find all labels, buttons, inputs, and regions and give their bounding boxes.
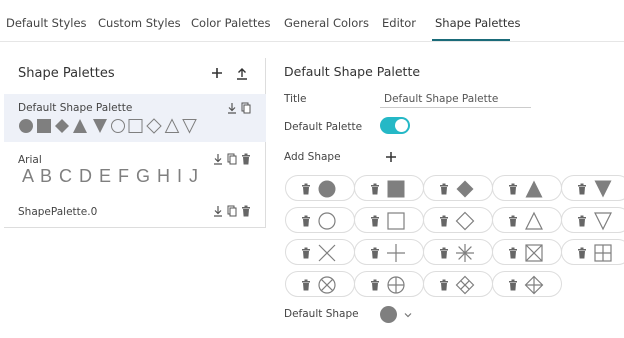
shape-chip-circle-outline[interactable]: [285, 207, 355, 233]
diamond-outline-shape-icon: [455, 211, 475, 231]
editor-title: Default Shape Palette: [284, 64, 421, 79]
trash-icon[interactable]: [439, 247, 449, 259]
tab-general-colors[interactable]: General Colors: [284, 16, 369, 30]
triangle-down-shape-icon: [594, 180, 612, 198]
shape-chip-diamond-plus[interactable]: [492, 271, 562, 297]
shape-chip-triangle[interactable]: [492, 175, 562, 201]
trash-icon[interactable]: [370, 247, 380, 259]
circle-shape-icon: [318, 180, 336, 198]
tab-shape-palettes[interactable]: Shape Palettes: [435, 16, 521, 30]
tab-color-palettes[interactable]: Color Palettes: [191, 16, 271, 30]
trash-icon[interactable]: [577, 183, 587, 195]
trash-icon[interactable]: [508, 279, 518, 291]
shape-chip-asterisk[interactable]: [423, 239, 493, 265]
shape-chip-box-plus[interactable]: [561, 239, 624, 265]
trash-icon[interactable]: [370, 183, 380, 195]
shape-chip-circle-x[interactable]: [285, 271, 355, 297]
copy-icon[interactable]: [227, 205, 237, 217]
trash-icon[interactable]: [508, 183, 518, 195]
palette-list-title: Shape Palettes: [18, 66, 115, 81]
copy-icon[interactable]: [227, 153, 237, 165]
diamond-shape-icon: [456, 180, 474, 198]
shape-chip-triangle-down[interactable]: [561, 175, 624, 201]
active-tab-indicator: [432, 39, 510, 41]
palette-item-shapepalette-0[interactable]: ShapePalette.0: [4, 200, 266, 226]
circle-plus-shape-icon: [387, 276, 405, 294]
shape-chip-circle-plus[interactable]: [354, 271, 424, 297]
palette-item-arial[interactable]: Arial A B C D E F G H I J: [4, 148, 266, 196]
download-icon[interactable]: [213, 153, 223, 165]
tab-editor[interactable]: Editor: [382, 16, 416, 30]
shape-chip-diamond[interactable]: [423, 175, 493, 201]
add-shape-plus-icon[interactable]: [385, 151, 397, 163]
title-label: Title: [284, 93, 307, 105]
square-outline-shape-icon: [387, 212, 405, 230]
trash-icon[interactable]: [508, 215, 518, 227]
shape-chip-plus[interactable]: [354, 239, 424, 265]
shape-chip-square-outline[interactable]: [354, 207, 424, 233]
shape-chip-triangle-down-outline[interactable]: [561, 207, 624, 233]
plus-shape-icon: [387, 244, 405, 262]
x-cross-shape-icon: [318, 244, 336, 262]
shape-chip-diamond-outline[interactable]: [423, 207, 493, 233]
box-x-shape-icon: [525, 244, 543, 262]
diamond-x-shape-icon: [455, 275, 475, 295]
palette-list-panel: Shape Palettes Default Shape Palette Ari…: [4, 58, 266, 228]
trash-icon[interactable]: [301, 247, 311, 259]
title-input[interactable]: [380, 90, 531, 108]
plus-icon[interactable]: [210, 66, 224, 80]
shape-chip-triangle-outline[interactable]: [492, 207, 562, 233]
tab-custom-styles[interactable]: Custom Styles: [98, 16, 181, 30]
trash-icon[interactable]: [577, 215, 587, 227]
shape-chip-square[interactable]: [354, 175, 424, 201]
copy-icon[interactable]: [241, 102, 251, 114]
chevron-down-icon[interactable]: [403, 310, 413, 320]
triangle-outline-shape-icon: [525, 211, 543, 230]
trash-icon[interactable]: [508, 247, 518, 259]
trash-icon[interactable]: [301, 215, 311, 227]
palette-name: ShapePalette.0: [18, 206, 98, 218]
trash-icon[interactable]: [370, 279, 380, 291]
trash-icon[interactable]: [370, 215, 380, 227]
circle-x-shape-icon: [318, 276, 336, 294]
box-plus-shape-icon: [594, 244, 612, 262]
shape-chip-x-cross[interactable]: [285, 239, 355, 265]
trash-icon[interactable]: [577, 247, 587, 259]
shape-chip-diamond-x[interactable]: [423, 271, 493, 297]
square-shape-icon: [387, 180, 405, 198]
tab-bar: Default Styles Custom Styles Color Palet…: [0, 0, 624, 42]
default-palette-label: Default Palette: [284, 121, 363, 133]
circle-outline-shape-icon: [318, 212, 336, 230]
toggle-knob: [395, 119, 408, 132]
trash-icon[interactable]: [241, 205, 251, 217]
shape-chip-circle[interactable]: [285, 175, 355, 201]
trash-icon[interactable]: [439, 279, 449, 291]
triangle-shape-icon: [525, 180, 543, 198]
palette-preview-shapes: [19, 118, 197, 134]
trash-icon[interactable]: [241, 153, 251, 165]
download-icon[interactable]: [227, 102, 237, 114]
palette-preview-text: A B C D E F G H I J: [22, 166, 200, 186]
default-shape-selector[interactable]: [380, 306, 397, 323]
asterisk-shape-icon: [456, 244, 474, 262]
triangle-down-outline-shape-icon: [594, 212, 612, 231]
default-palette-toggle[interactable]: [380, 117, 410, 134]
add-shape-label: Add Shape: [284, 151, 341, 163]
trash-icon[interactable]: [301, 279, 311, 291]
download-icon[interactable]: [213, 205, 223, 217]
palette-name: Arial: [18, 154, 42, 166]
trash-icon[interactable]: [301, 183, 311, 195]
trash-icon[interactable]: [439, 183, 449, 195]
trash-icon[interactable]: [439, 215, 449, 227]
tab-default-styles[interactable]: Default Styles: [6, 16, 87, 30]
shape-chip-box-x[interactable]: [492, 239, 562, 265]
palette-item-default[interactable]: Default Shape Palette: [4, 94, 266, 142]
default-shape-label: Default Shape: [284, 308, 359, 320]
upload-icon[interactable]: [235, 66, 249, 80]
diamond-plus-shape-icon: [524, 275, 544, 295]
palette-name: Default Shape Palette: [18, 102, 133, 114]
